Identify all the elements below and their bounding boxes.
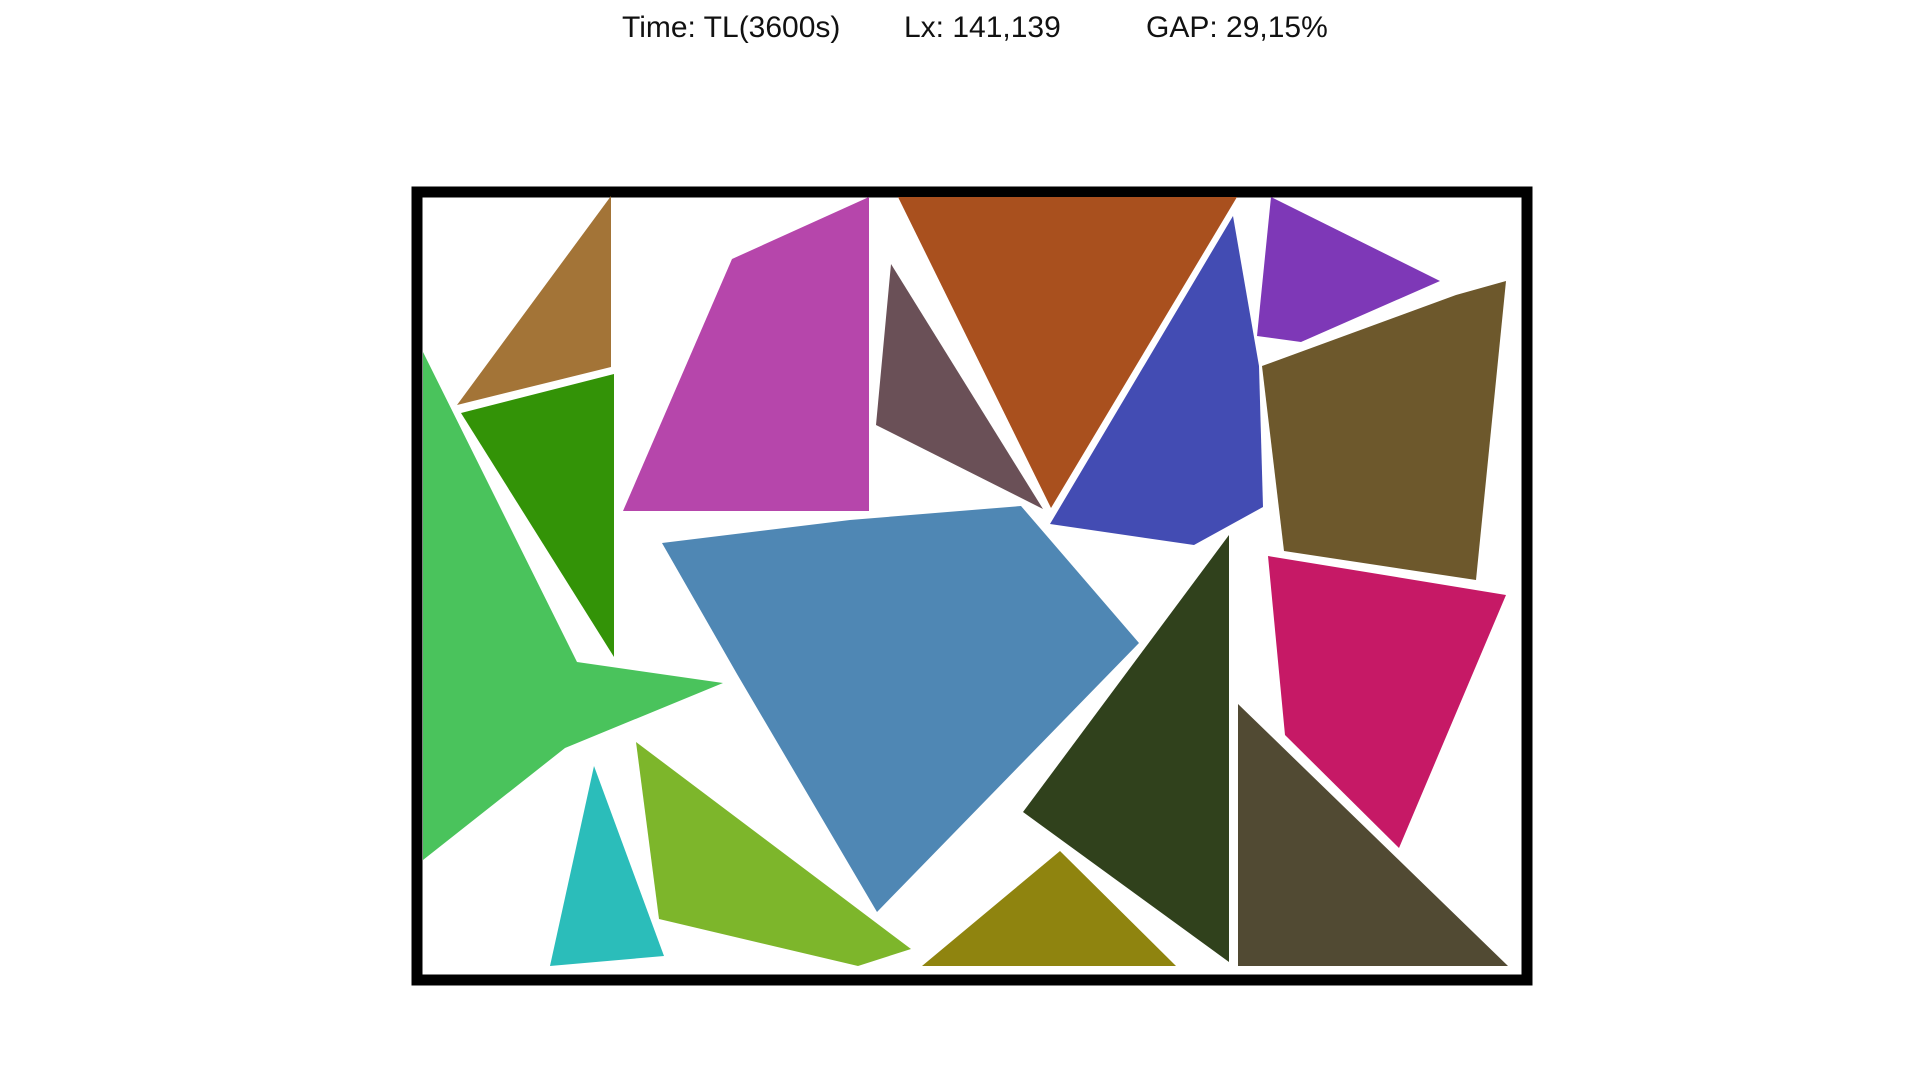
packing-board [411, 186, 1533, 986]
